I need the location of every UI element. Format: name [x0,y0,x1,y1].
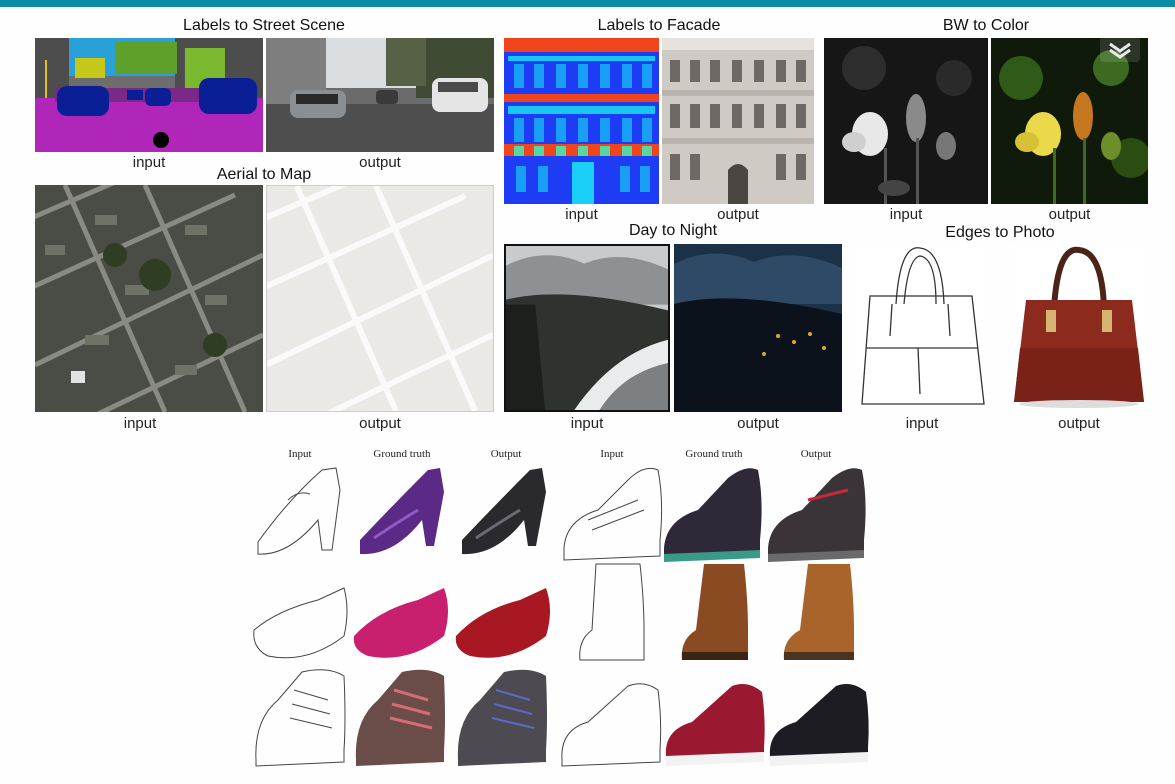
bw-input-image [824,38,988,204]
shoes-comparison-grid [253,467,869,767]
shoe-sneaker-output [768,468,866,562]
edges-output-caption: output [1058,415,1100,432]
aerial-title: Aerial to Map [216,166,312,183]
shoes-header-output-1: Output [490,448,522,460]
edges-input-caption: input [905,415,939,432]
street-title: Labels to Street Scene [183,17,345,34]
shoes-header-ground-truth-1: Ground truth [373,448,431,460]
aerial-input-caption: input [123,415,157,432]
facade-photo-output-image [662,38,814,204]
aerial-photo-input-image [35,185,263,412]
facade-output-caption: output [717,206,759,223]
shoe-heel-sketch [257,467,341,555]
shoes-header-input-1: Input [288,448,312,460]
night-output-image [674,244,842,412]
bag-edges-input-image [852,244,988,412]
chevron-down-icon [1109,42,1131,59]
bw-color-output-image [991,38,1148,204]
facade-input-caption: input [565,206,598,223]
bw-input-caption: input [889,206,923,223]
street-photo-output-image [266,38,494,152]
day-title: Day to Night [628,222,718,239]
shoe-low-sneaker-ground-truth [665,684,765,766]
bw-output-caption: output [1048,206,1091,223]
shoes-header-ground-truth-2: Ground truth [685,448,743,460]
edges-title: Edges to Photo [945,224,1055,241]
shoes-header-input-2: Input [600,448,624,460]
top-accent-bar [0,0,1175,7]
shoe-heel-ground-truth [360,468,444,555]
shoe-boot-output [783,564,854,660]
bag-photo-output-image [1010,244,1148,412]
day-output-caption: output [737,415,779,432]
shoe-boot-sketch [579,563,645,661]
shoe-heel-output [462,468,546,555]
aerial-map-output-image [266,185,494,412]
shoes-header-output-2: Output [800,448,832,460]
bw-title: BW to Color [942,17,1030,34]
shoe-flat-ground-truth [353,588,448,658]
day-input-caption: input [570,415,604,432]
shoe-hightop-sketch [255,669,346,767]
shoe-low-sneaker-sketch [561,683,662,767]
shoe-sneaker-sketch [563,467,663,561]
shoe-flat-output [455,588,550,658]
street-label-map-image [35,38,263,152]
day-input-image [504,244,670,412]
aerial-output-caption: output [359,415,401,432]
shoe-sneaker-ground-truth [664,468,762,562]
facade-title: Labels to Facade [597,17,721,34]
shoe-low-sneaker-output [769,684,869,766]
shoe-flat-sketch [253,587,348,659]
shoe-hightop-output [457,669,547,766]
facade-label-map-image [504,38,659,204]
collapse-chevron-button[interactable] [1100,36,1140,62]
shoe-hightop-ground-truth [355,669,445,766]
shoe-boot-ground-truth [681,564,748,660]
